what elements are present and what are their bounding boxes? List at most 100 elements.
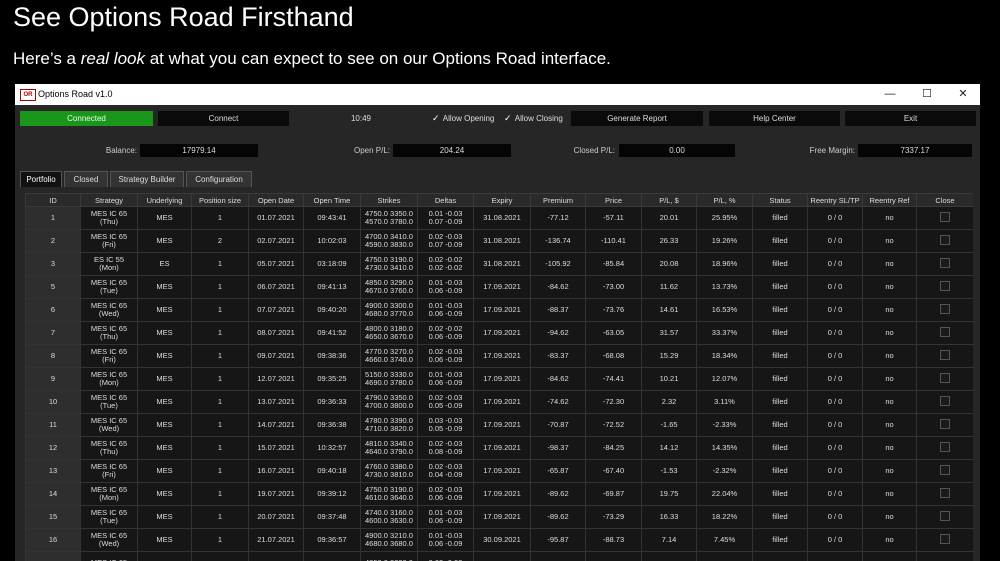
close-position-checkbox[interactable]: [940, 396, 950, 406]
close-position-checkbox[interactable]: [940, 465, 950, 475]
cell-strategy-line2: (Tue): [100, 516, 118, 525]
cell-deltas: 0.01 -0.03 0.06 -0.09: [417, 298, 474, 322]
cell-expiry: 17.09.2021: [473, 367, 531, 391]
table-row[interactable]: 7 MES IC 65 (Thu) MES 1 08.07.2021 09:41:52 480…: [25, 321, 973, 345]
column-header[interactable]: Deltas: [417, 193, 474, 207]
cell-strategy: MES IC 65 (Tue): [80, 275, 138, 299]
close-position-checkbox[interactable]: [940, 235, 950, 245]
close-position-checkbox[interactable]: [940, 488, 950, 498]
cell-status: [752, 551, 808, 561]
close-position-checkbox[interactable]: [940, 442, 950, 452]
cell-pl-dollar: 15.29: [641, 344, 697, 368]
column-header[interactable]: Close: [916, 193, 973, 207]
exit-button[interactable]: Exit: [845, 111, 976, 126]
table-row[interactable]: 13 MES IC 65 (Fri) MES 1 16.07.2021 09:40:18 47…: [25, 459, 973, 483]
cell-reentry-sltp: 0 / 0: [807, 482, 863, 506]
cell-pl-dollar: -1.65: [641, 413, 697, 437]
cell-expiry: 17.09.2021: [473, 505, 531, 529]
close-position-checkbox[interactable]: [940, 304, 950, 314]
table-row[interactable]: 15 MES IC 65 (Tue) MES 1 20.07.2021 09:37:48 47…: [25, 505, 973, 529]
help-center-button[interactable]: Help Center: [709, 111, 840, 126]
table-row[interactable]: 5 MES IC 65 (Tue) MES 1 06.07.2021 09:41:13 485…: [25, 275, 973, 299]
column-header[interactable]: Underlying: [137, 193, 192, 207]
generate-report-button[interactable]: Generate Report: [571, 111, 703, 126]
table-row[interactable]: 14 MES IC 65 (Mon) MES 1 19.07.2021 09:39:12 47…: [25, 482, 973, 506]
maximize-button[interactable]: ☐: [912, 84, 942, 105]
column-header[interactable]: Price: [585, 193, 642, 207]
intro-emphasis: real look: [80, 49, 145, 68]
minimize-button[interactable]: —: [875, 84, 905, 105]
table-row[interactable]: MES IC 65 4850.0 3220.00.02 -0.03: [25, 551, 973, 561]
table-row[interactable]: 9 MES IC 65 (Mon) MES 1 12.07.2021 09:35:25 515…: [25, 367, 973, 391]
close-position-checkbox[interactable]: [940, 281, 950, 291]
cell-close: [916, 390, 973, 414]
cell-pl-dollar: 14.12: [641, 436, 697, 460]
close-position-checkbox[interactable]: [940, 258, 950, 268]
cell-close: [916, 436, 973, 460]
cell-deltas-line2: 0.06 -0.09: [428, 332, 463, 341]
table-row[interactable]: 6 MES IC 65 (Wed) MES 1 07.07.2021 09:40:20 490…: [25, 298, 973, 322]
column-header[interactable]: Expiry: [473, 193, 531, 207]
cell-underlying: MES: [137, 436, 192, 460]
close-position-checkbox[interactable]: [940, 511, 950, 521]
cell-strikes-line2: 4700.0 3800.0: [365, 401, 413, 410]
column-header[interactable]: Open Date: [248, 193, 304, 207]
column-header[interactable]: Strikes: [360, 193, 418, 207]
column-header[interactable]: Reentry SL/TP: [807, 193, 863, 207]
column-header[interactable]: Strategy: [80, 193, 138, 207]
table-row[interactable]: 3 ES IC 55 (Mon) ES 1 05.07.2021 03:18:09 4750.…: [25, 252, 973, 276]
cell-reentry-sltp: 0 / 0: [807, 505, 863, 529]
column-header[interactable]: Position size: [191, 193, 249, 207]
column-header[interactable]: Status: [752, 193, 808, 207]
cell-strategy-line2: (Wed): [98, 539, 120, 548]
cell-open-date: 19.07.2021: [248, 482, 304, 506]
close-position-checkbox[interactable]: [940, 350, 950, 360]
table-row[interactable]: 11 MES IC 65 (Wed) MES 1 14.07.2021 09:36:38 47…: [25, 413, 973, 437]
cell-strikes-line2: 4640.0 3790.0: [365, 447, 413, 456]
options-road-window: OR Options Road v1.0 — ☐ ✕ Connected Con…: [15, 84, 980, 561]
table-row[interactable]: 16 MES IC 65 (Wed) MES 1 21.07.2021 09:36:57 49…: [25, 528, 973, 552]
table-row[interactable]: 2 MES IC 65 (Fri) MES 2 02.07.2021 10:02:03 470…: [25, 229, 973, 253]
cell-reentry-ref: no: [862, 436, 917, 460]
cell-pl-percent: 25.95%: [696, 206, 753, 230]
cell-premium: -74.62: [530, 390, 586, 414]
cell-status: filled: [752, 528, 808, 552]
balance-value: 17979.14: [140, 144, 258, 157]
tab-portfolio[interactable]: Portfolio: [20, 171, 62, 187]
cell-open-time: 09:36:33: [303, 390, 361, 414]
cell-position-size: 1: [191, 436, 249, 460]
column-header[interactable]: P/L, %: [696, 193, 753, 207]
table-row[interactable]: 1 MES IC 65 (Thu) MES 1 01.07.2021 09:43:41 475…: [25, 206, 973, 230]
table-row[interactable]: 8 MES IC 65 (Fri) MES 1 09.07.2021 09:38:36 477…: [25, 344, 973, 368]
cell-premium: -65.87: [530, 459, 586, 483]
cell-price: -67.40: [585, 459, 642, 483]
table-row[interactable]: 10 MES IC 65 (Tue) MES 1 13.07.2021 09:36:33 47…: [25, 390, 973, 414]
cell-strikes-line2: 4600.0 3630.0: [365, 516, 413, 525]
close-position-checkbox[interactable]: [940, 534, 950, 544]
allow-opening-checkbox[interactable]: ✓ Allow Opening: [432, 111, 494, 126]
cell-strategy-line2: (Mon): [99, 493, 119, 502]
cell-strategy-line2: (Fri): [102, 470, 116, 479]
close-window-button[interactable]: ✕: [948, 84, 978, 105]
close-position-checkbox[interactable]: [940, 419, 950, 429]
cell-pl-percent: 7.45%: [696, 528, 753, 552]
column-header[interactable]: P/L, $: [641, 193, 697, 207]
column-header[interactable]: Open Time: [303, 193, 361, 207]
allow-closing-checkbox[interactable]: ✓ Allow Closing: [504, 111, 563, 126]
close-position-checkbox[interactable]: [940, 212, 950, 222]
table-row[interactable]: 12 MES IC 65 (Thu) MES 1 15.07.2021 10:32:57 48…: [25, 436, 973, 460]
connect-button[interactable]: Connect: [158, 111, 289, 126]
tab-strategy-builder[interactable]: Strategy Builder: [110, 171, 184, 187]
cell-open-date: 01.07.2021: [248, 206, 304, 230]
cell-deltas: 0.02 -0.03 0.05 -0.09: [417, 390, 474, 414]
close-position-checkbox[interactable]: [940, 373, 950, 383]
connected-status-button[interactable]: Connected: [20, 111, 153, 126]
column-header[interactable]: Reentry Ref: [862, 193, 917, 207]
cell-strategy: MES IC 65 (Thu): [80, 206, 138, 230]
tab-closed[interactable]: Closed: [64, 171, 108, 187]
column-header[interactable]: Premium: [530, 193, 586, 207]
tab-configuration[interactable]: Configuration: [186, 171, 252, 187]
column-header[interactable]: ID: [25, 193, 81, 207]
cell-underlying: MES: [137, 482, 192, 506]
close-position-checkbox[interactable]: [940, 327, 950, 337]
